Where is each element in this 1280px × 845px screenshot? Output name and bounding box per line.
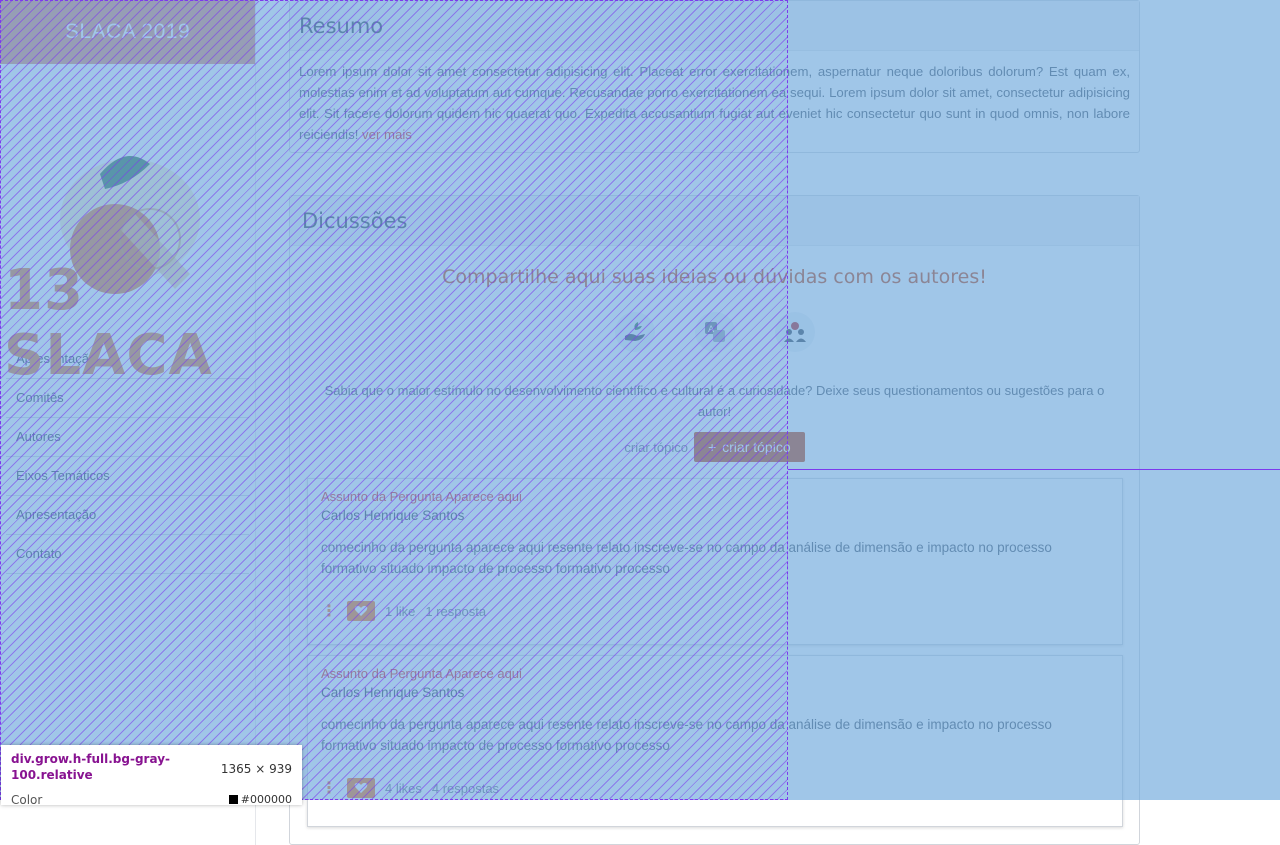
more-options-icon[interactable]: ⋮ xyxy=(321,601,337,621)
logo-text: 13 SLACA xyxy=(4,258,213,388)
heart-icon xyxy=(354,782,368,793)
discussoes-description: Sabia que o maior estímulo no desenvolvi… xyxy=(324,383,1105,419)
more-options-icon[interactable]: ⋮ xyxy=(321,778,337,798)
like-button[interactable] xyxy=(347,778,375,798)
topic-title[interactable]: Assunto da Pergunta Aparece aqui xyxy=(321,489,1109,504)
event-logo: 13 SLACA xyxy=(0,64,255,388)
topic-author: Carlos Henrique Santos xyxy=(321,508,465,523)
topic-author: Carlos Henrique Santos xyxy=(321,685,465,700)
sidebar-item-contato[interactable]: Contato xyxy=(6,535,249,574)
sidebar-item-eixos-tematicos[interactable]: Eixos Temáticos xyxy=(6,457,249,496)
brand-title: SLACA 2019 xyxy=(64,20,191,43)
like-button[interactable] xyxy=(347,601,375,621)
tooltip-color-hex: #000000 xyxy=(240,793,292,805)
tooltip-element-size: 1365 × 939 xyxy=(220,762,292,776)
topic-actions: ⋮ 1 like 1 resposta xyxy=(321,601,1109,621)
color-swatch-icon xyxy=(228,795,238,804)
inspect-tooltip: div.grow.h-full.bg-gray-100.relative 136… xyxy=(1,745,302,805)
topic-title[interactable]: Assunto da Pergunta Aparece aqui xyxy=(321,666,1109,681)
topic-card[interactable]: Assunto da Pergunta Aparece aqui Carlos … xyxy=(307,655,1123,827)
resumo-panel: Resumo Lorem ipsum dolor sit amet consec… xyxy=(289,0,1140,153)
discussoes-title: Dicussões xyxy=(302,208,408,233)
create-topic-row: criar tópico + criar tópico xyxy=(290,432,1139,462)
topic-body: comecinho da pergunta aparece aqui resen… xyxy=(321,540,1052,576)
discussion-icons: A xyxy=(290,312,1139,352)
resumo-body: Lorem ipsum dolor sit amet consectetur a… xyxy=(299,64,1130,142)
people-icon xyxy=(774,312,815,352)
sidebar-item-apresentacao-2[interactable]: Apresentação xyxy=(6,496,249,535)
resumo-title: Resumo xyxy=(299,13,384,38)
topic-card[interactable]: Assunto da Pergunta Aparece aqui Carlos … xyxy=(307,478,1123,645)
plus-icon: + xyxy=(707,439,717,455)
likes-count: 1 like xyxy=(385,603,416,619)
topic-body: comecinho da pergunta aparece aqui resen… xyxy=(321,717,1052,753)
create-topic-button-label: criar tópico xyxy=(722,439,791,455)
hand-plant-icon xyxy=(614,312,655,352)
replies-count[interactable]: 1 resposta xyxy=(425,604,486,619)
replies-count[interactable]: 4 respostas xyxy=(432,781,499,796)
topic-actions: ⋮ 4 likes 4 respostas xyxy=(321,778,1109,798)
tooltip-color-label: Color xyxy=(11,793,43,805)
resumo-text: Lorem ipsum dolor sit amet consectetur a… xyxy=(290,51,1139,155)
resumo-header: Resumo xyxy=(290,1,1139,51)
sidebar: SLACA 2019 13 SLACA Apresentação Comitês… xyxy=(0,0,256,845)
create-topic-button[interactable]: + criar tópico xyxy=(693,432,805,462)
discussoes-header: Dicussões xyxy=(290,196,1139,246)
discussoes-heading: Compartilhe aqui suas ideias ou dúvidas … xyxy=(442,266,987,288)
ver-mais-link[interactable]: ver mais xyxy=(362,127,412,142)
discussoes-panel: Dicussões Compartilhe aqui suas ideias o… xyxy=(289,195,1140,845)
create-topic-label: criar tópico xyxy=(624,439,688,455)
heart-icon xyxy=(354,605,368,616)
brand-bar: SLACA 2019 xyxy=(0,0,255,64)
translate-icon: A xyxy=(694,312,735,352)
likes-count: 4 likes xyxy=(385,780,422,796)
sidebar-item-autores[interactable]: Autores xyxy=(6,418,249,457)
tooltip-element-name: div.grow.h-full.bg-gray-100.relative xyxy=(11,752,171,782)
svg-text:A: A xyxy=(708,325,715,335)
tooltip-color-value: #000000 xyxy=(228,793,292,805)
